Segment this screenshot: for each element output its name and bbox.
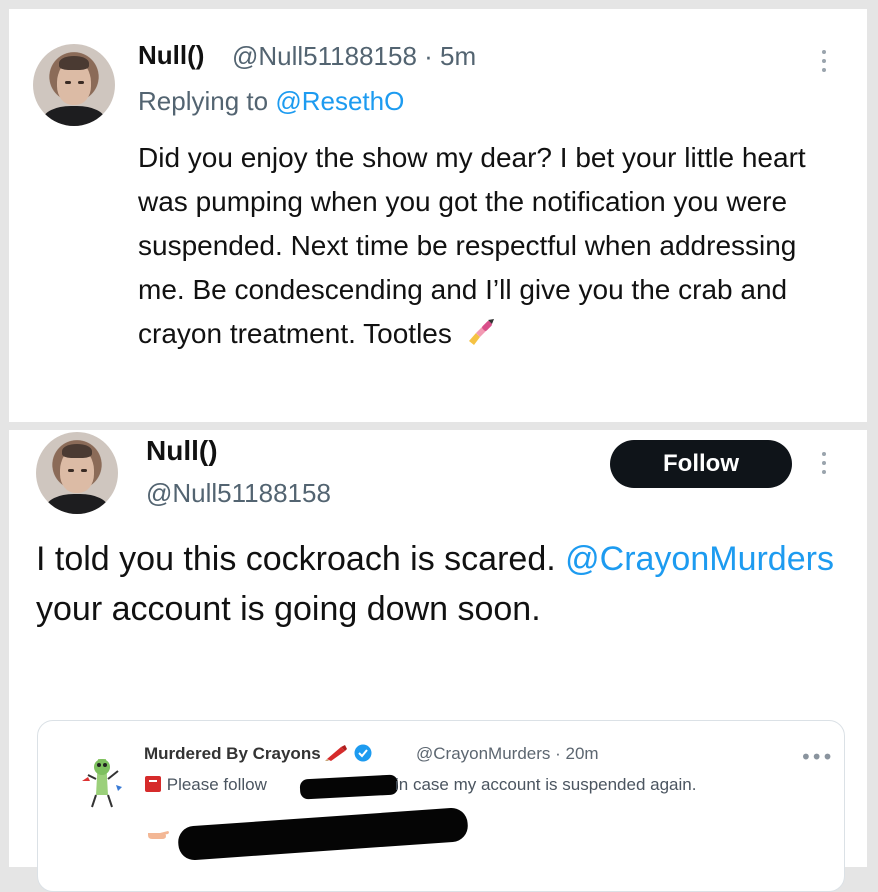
replying-to-line: Replying to @ResethO [138, 86, 404, 117]
tweet-text: I told you this cockroach is scared. @Cr… [36, 534, 848, 634]
quoted-text-start: Please follow [144, 775, 267, 795]
crayon-icon [325, 745, 348, 761]
red-square-icon [145, 776, 161, 792]
reply-mention-link[interactable]: @ResethO [275, 86, 404, 116]
quoted-text-suffix: in case my account is suspended again. [395, 775, 697, 794]
tweet-text: Did you enjoy the show my dear? I bet yo… [138, 136, 838, 356]
quoted-tweet[interactable]: Murdered By Crayons @CrayonMurders · 20m… [37, 720, 845, 892]
tweet-body: Did you enjoy the show my dear? I bet yo… [138, 142, 806, 349]
tweet-body-end: your account is going down soon. [36, 590, 541, 628]
user-avatar[interactable] [33, 44, 115, 126]
more-options-icon[interactable] [822, 50, 832, 77]
more-options-icon[interactable] [822, 452, 832, 479]
mention-link[interactable]: @CrayonMurders [565, 540, 834, 578]
tweet-author-handle[interactable]: @Null51188158 [146, 478, 331, 509]
pointing-hand-icon [148, 831, 169, 839]
replying-to-label: Replying to [138, 86, 276, 116]
verified-badge-icon [354, 744, 372, 762]
redaction-mark [177, 806, 469, 862]
crayon-character-avatar-icon[interactable] [78, 751, 126, 811]
quoted-more-options-icon[interactable]: ••• [800, 745, 833, 769]
tweet-body-start: I told you this cockroach is scared. [36, 540, 566, 578]
redaction-mark [299, 774, 399, 800]
tweet-author-name[interactable]: Null() [146, 435, 218, 467]
follow-button[interactable]: Follow [610, 440, 792, 488]
nail-polish-emoji-icon [468, 319, 494, 345]
user-avatar[interactable] [36, 432, 118, 514]
tweet-author-name[interactable]: Null() [138, 40, 204, 71]
quoted-author-handle-time[interactable]: @CrayonMurders · 20m [416, 744, 599, 764]
quoted-author-label: Murdered By Crayons [144, 744, 321, 763]
tweet-author-handle-time[interactable]: @Null51188158 · 5m [232, 41, 476, 72]
quoted-text-prefix: Please follow [166, 775, 267, 794]
quoted-author-name[interactable]: Murdered By Crayons [144, 744, 372, 764]
